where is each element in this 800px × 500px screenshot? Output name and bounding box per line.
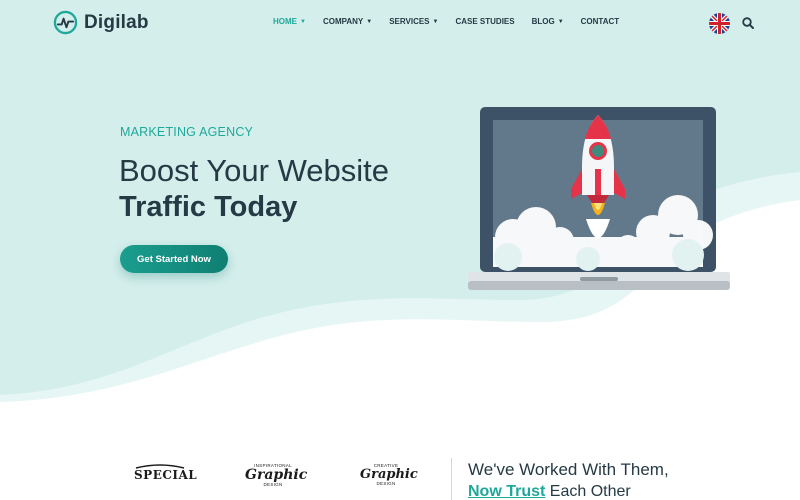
search-icon[interactable] [741,16,755,30]
main-nav: HOME ▼ COMPANY ▼ SERVICES ▼ CASE STUDIES… [273,17,636,26]
partner-main-text: Graphic [245,467,308,483]
partners-heading: We've Worked With Them, [468,460,669,479]
chevron-down-icon: ▼ [432,18,439,25]
section-divider [451,458,452,500]
get-started-button[interactable]: Get Started Now [120,245,228,273]
nav-label: CONTACT [580,17,620,26]
partners-heading-accent: Now Trust [468,483,546,500]
partner-logo-creative-graphic: CREATIVE Graphic DESIGN [360,463,418,486]
partner-logo-inspirational-graphic: INSPIRATIONAL Graphic DESIGN [245,463,308,487]
laptop-rocket-illustration [468,107,730,290]
logo-text: Digilab [84,11,149,33]
hero-kicker: MARKETING AGENCY [120,125,254,139]
chevron-down-icon: ▼ [366,18,373,25]
nav-label: BLOG [531,17,555,26]
partners-heading-rest: Each Other [545,483,631,500]
nav-label: CASE STUDIES [455,17,515,26]
pulse-chart-icon [53,10,78,35]
partner-main-text: Graphic [360,467,418,482]
partners-section: SPECIAL INSPIRATIONAL Graphic DESIGN CRE… [0,410,800,500]
language-selector[interactable] [709,13,730,34]
nav-item-services[interactable]: SERVICES ▼ [389,17,438,26]
site-logo[interactable]: Digilab [53,10,149,35]
hero-section: Digilab HOME ▼ COMPANY ▼ SERVICES ▼ CASE… [0,0,800,410]
partner-logo-special: SPECIAL [134,463,198,482]
nav-label: SERVICES [389,17,430,26]
hero-headline: Boost Your Website [119,153,389,188]
chevron-down-icon: ▼ [300,18,306,25]
partners-heading-line2: Now Trust Each Other [468,483,631,500]
uk-flag-icon [709,13,730,34]
partner-main-text: SPECIAL [134,468,198,482]
nav-item-blog[interactable]: BLOG ▼ [532,17,564,26]
nav-item-company[interactable]: COMPANY ▼ [323,17,372,26]
nav-label: HOME [273,17,297,26]
nav-item-home[interactable]: HOME ▼ [273,17,306,26]
nav-label: COMPANY [322,17,364,26]
nav-item-case-studies[interactable]: CASE STUDIES [455,17,514,26]
nav-item-contact[interactable]: CONTACT [581,17,620,26]
chevron-down-icon: ▼ [557,18,564,25]
hero-headline-bold: Traffic Today [119,191,298,223]
